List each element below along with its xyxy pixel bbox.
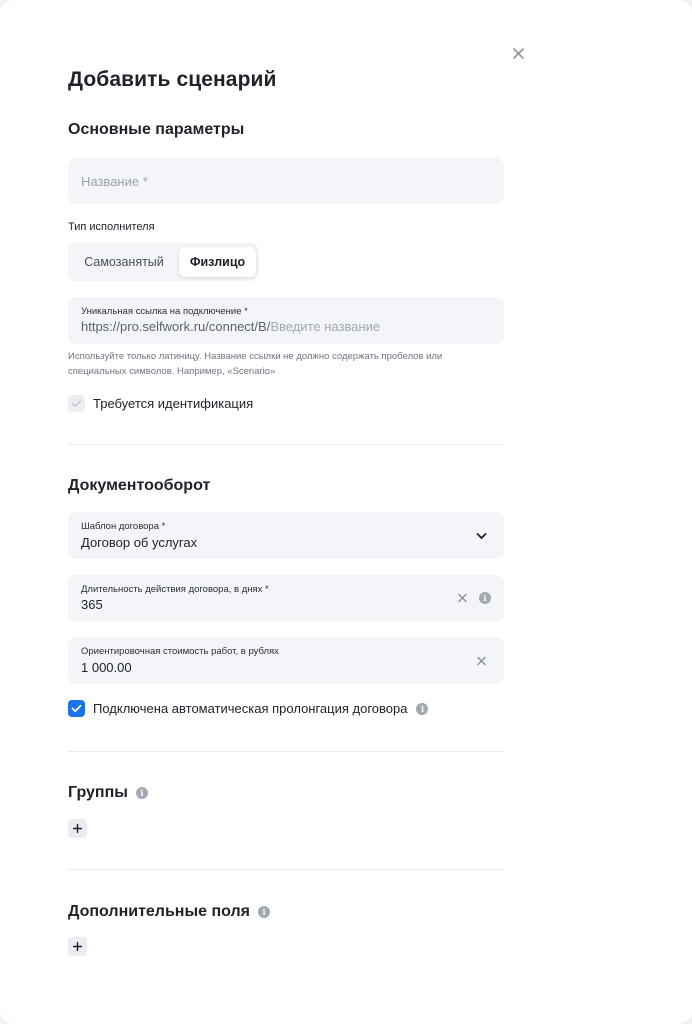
- name-field-placeholder: Название *: [81, 174, 148, 189]
- close-icon: [512, 47, 524, 59]
- connection-link-placeholder: Введите название: [270, 319, 381, 334]
- connection-link-field[interactable]: Уникальная ссылка на подключение * https…: [68, 297, 504, 344]
- prolongation-checkbox[interactable]: [68, 700, 85, 717]
- executor-type-selector: Самозанятый Физлицо: [68, 243, 259, 281]
- prolongation-label: Подключена автоматическая пролонгация до…: [93, 701, 408, 716]
- section-title-extra-fields: Дополнительные поля i: [68, 903, 271, 921]
- add-group-button[interactable]: [68, 819, 87, 838]
- contract-template-select[interactable]: Шаблон договора * Договор об услугах: [68, 512, 504, 559]
- executor-option-self-employed[interactable]: Самозанятый: [72, 247, 176, 277]
- divider: [68, 869, 504, 870]
- identification-checkbox[interactable]: [68, 395, 85, 412]
- divider: [68, 751, 504, 752]
- section-title-documents: Документооборот: [68, 477, 210, 495]
- groups-info-icon[interactable]: i: [135, 787, 148, 799]
- connection-link-value: https://pro.selfwork.ru/connect/B/Введит…: [81, 319, 380, 334]
- contract-duration-field[interactable]: Длительность действия договора, в днях *…: [68, 575, 504, 621]
- extra-fields-info-icon[interactable]: i: [258, 906, 271, 918]
- section-title-basic: Основные параметры: [68, 121, 244, 139]
- close-button[interactable]: [509, 44, 527, 62]
- chevron-down-icon[interactable]: [476, 532, 487, 539]
- duration-info-icon[interactable]: i: [479, 592, 491, 604]
- work-cost-label: Ориентировочная стоимость работ, в рубля…: [81, 646, 279, 657]
- plus-icon: [73, 824, 82, 833]
- divider: [68, 444, 504, 445]
- hint-line-2: специальных символов. Например, «Scenari…: [68, 366, 276, 377]
- name-field[interactable]: Название *: [68, 158, 504, 204]
- identification-label: Требуется идентификация: [93, 396, 254, 411]
- plus-icon: [73, 942, 82, 951]
- executor-option-individual[interactable]: Физлицо: [179, 247, 256, 277]
- section-title-extra-fields-text: Дополнительные поля: [68, 903, 251, 920]
- modal-title: Добавить сценарий: [68, 68, 277, 91]
- hint-line-1: Используйте только латиницу. Название сс…: [68, 351, 443, 362]
- section-title-basic-text: Основные параметры: [68, 121, 245, 138]
- contract-template-value: Договор об услугах: [81, 535, 198, 550]
- connection-link-hint: Используйте только латиницу. Название сс…: [68, 349, 468, 379]
- add-scenario-modal: Добавить сценарий Основные параметры Наз…: [0, 0, 692, 1024]
- prolongation-row: Подключена автоматическая пролонгация до…: [68, 700, 429, 717]
- check-icon: [71, 400, 82, 407]
- clear-duration-icon[interactable]: [458, 593, 467, 603]
- contract-duration-label: Длительность действия договора, в днях *: [81, 584, 269, 595]
- contract-template-label: Шаблон договора *: [81, 521, 166, 532]
- check-icon: [71, 704, 82, 713]
- identification-row: Требуется идентификация: [68, 395, 253, 412]
- add-extra-field-button[interactable]: [68, 937, 87, 956]
- section-title-groups: Группы i: [68, 784, 148, 802]
- clear-cost-icon[interactable]: [477, 656, 486, 665]
- contract-duration-value: 365: [81, 597, 103, 612]
- executor-type-label: Тип исполнителя: [68, 221, 155, 233]
- connection-link-label: Уникальная ссылка на подключение *: [81, 306, 248, 317]
- prolongation-info-icon[interactable]: i: [416, 702, 429, 715]
- work-cost-value: 1 000.00: [81, 660, 132, 675]
- section-title-groups-text: Группы: [68, 784, 128, 801]
- connection-link-prefix: https://pro.selfwork.ru/connect/B/: [81, 319, 271, 334]
- work-cost-field[interactable]: Ориентировочная стоимость работ, в рубля…: [68, 637, 504, 684]
- section-title-documents-text: Документооборот: [68, 477, 211, 494]
